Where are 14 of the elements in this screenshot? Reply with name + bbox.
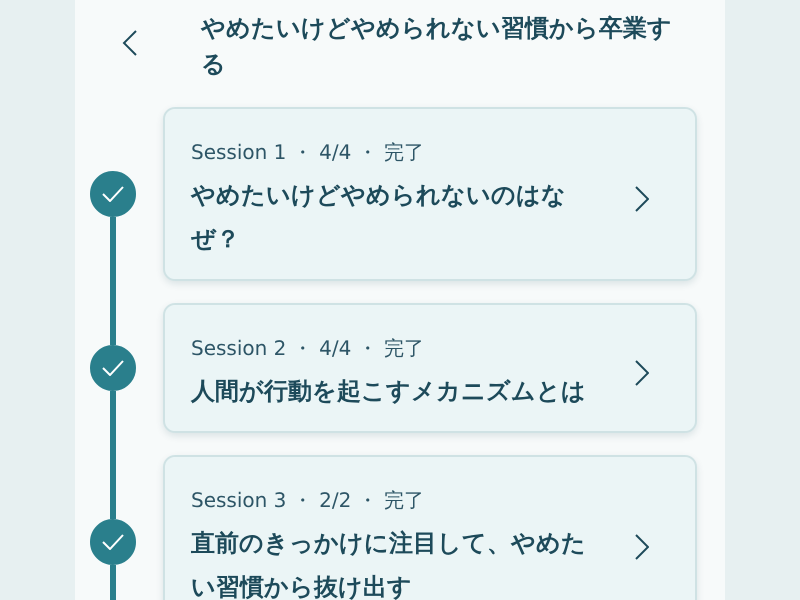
- page-title: やめたいけどやめられない習慣から卒業する: [201, 13, 673, 80]
- chevron-right-icon: [635, 186, 649, 212]
- session-card[interactable]: Session 3 ・ 2/2 ・ 完了 直前のきっかけに注目して、やめたい習慣から抜け出す: [163, 455, 697, 600]
- session-meta: Session 2 ・ 4/4 ・ 完了: [191, 335, 426, 362]
- session-title: 直前のきっかけに注目して、やめたい習慣から抜け出す: [191, 528, 587, 600]
- session-card[interactable]: Session 2 ・ 4/4 ・ 完了 人間が行動を起こすメカニズムとは: [163, 303, 697, 433]
- back-chevron-icon: [122, 30, 138, 56]
- chevron-right-icon: [635, 534, 649, 560]
- session-card[interactable]: Session 1 ・ 4/4 ・ 完了 やめたいけどやめられないのはなぜ？: [163, 107, 697, 281]
- session-meta: Session 3 ・ 2/2 ・ 完了: [191, 487, 426, 514]
- session-meta: Session 1 ・ 4/4 ・ 完了: [191, 139, 426, 166]
- session-title: やめたいけどやめられないのはなぜ？: [191, 180, 567, 255]
- chevron-right-icon: [635, 360, 649, 386]
- session-title: 人間が行動を起こすメカニズムとは: [191, 376, 587, 407]
